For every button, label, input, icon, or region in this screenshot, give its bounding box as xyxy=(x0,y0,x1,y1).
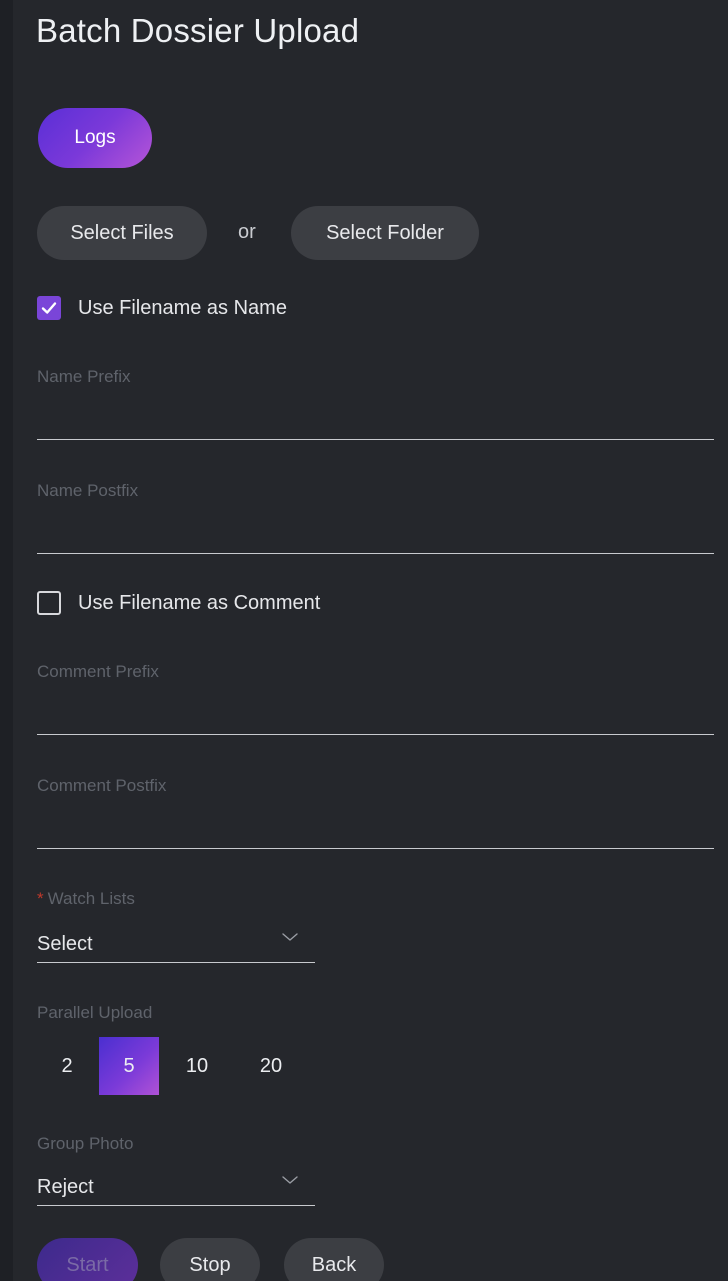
name-prefix-field[interactable]: Name Prefix xyxy=(37,367,714,441)
chevron-down-icon xyxy=(282,933,298,941)
select-files-button[interactable]: Select Files xyxy=(37,206,207,260)
parallel-option-20[interactable]: 20 xyxy=(241,1037,301,1095)
comment-postfix-underline xyxy=(37,848,714,849)
name-postfix-field[interactable]: Name Postfix xyxy=(37,481,714,555)
group-photo-underline xyxy=(37,1205,315,1206)
use-filename-as-name-option[interactable]: Use Filename as Name xyxy=(37,296,287,320)
name-postfix-label: Name Postfix xyxy=(37,481,139,500)
use-filename-as-comment-option[interactable]: Use Filename as Comment xyxy=(37,591,320,615)
name-prefix-underline xyxy=(37,439,714,440)
use-filename-as-name-checkbox[interactable] xyxy=(37,296,61,320)
name-postfix-underline xyxy=(37,553,714,554)
group-photo-label: Group Photo xyxy=(37,1134,134,1153)
comment-postfix-field[interactable]: Comment Postfix xyxy=(37,776,714,850)
parallel-option-10[interactable]: 10 xyxy=(167,1037,227,1095)
parallel-upload-label: Parallel Upload xyxy=(37,1003,153,1022)
check-icon xyxy=(41,302,57,314)
page-title: Batch Dossier Upload xyxy=(36,12,360,49)
comment-prefix-underline xyxy=(37,734,714,735)
group-photo-value: Reject xyxy=(37,1176,94,1198)
select-folder-button[interactable]: Select Folder xyxy=(291,206,479,260)
comment-prefix-field[interactable]: Comment Prefix xyxy=(37,662,714,736)
required-mark: * xyxy=(37,889,44,908)
comment-postfix-label: Comment Postfix xyxy=(37,776,167,795)
name-prefix-label: Name Prefix xyxy=(37,367,131,386)
group-photo-select[interactable]: Reject xyxy=(37,1172,315,1206)
comment-prefix-label: Comment Prefix xyxy=(37,662,159,681)
stop-button[interactable]: Stop xyxy=(160,1238,260,1281)
chevron-down-icon xyxy=(282,1176,298,1184)
watch-lists-label-text: Watch Lists xyxy=(47,889,135,908)
use-filename-as-name-label: Use Filename as Name xyxy=(78,296,287,319)
use-filename-as-comment-checkbox[interactable] xyxy=(37,591,61,615)
back-button[interactable]: Back xyxy=(284,1238,384,1281)
watch-lists-underline xyxy=(37,962,315,963)
use-filename-as-comment-label: Use Filename as Comment xyxy=(78,591,321,614)
or-separator: or xyxy=(238,221,256,243)
left-edge-bar xyxy=(0,0,13,1281)
watch-lists-value: Select xyxy=(37,933,93,955)
watch-lists-label: * Watch Lists xyxy=(37,889,135,909)
logs-button[interactable]: Logs xyxy=(38,108,152,168)
start-button[interactable]: Start xyxy=(37,1238,138,1281)
batch-upload-panel: Batch Dossier Upload Logs Select Files o… xyxy=(13,0,728,1281)
parallel-option-5[interactable]: 5 xyxy=(99,1037,159,1095)
watch-lists-select[interactable]: Select xyxy=(37,929,315,963)
parallel-option-2[interactable]: 2 xyxy=(37,1037,97,1095)
